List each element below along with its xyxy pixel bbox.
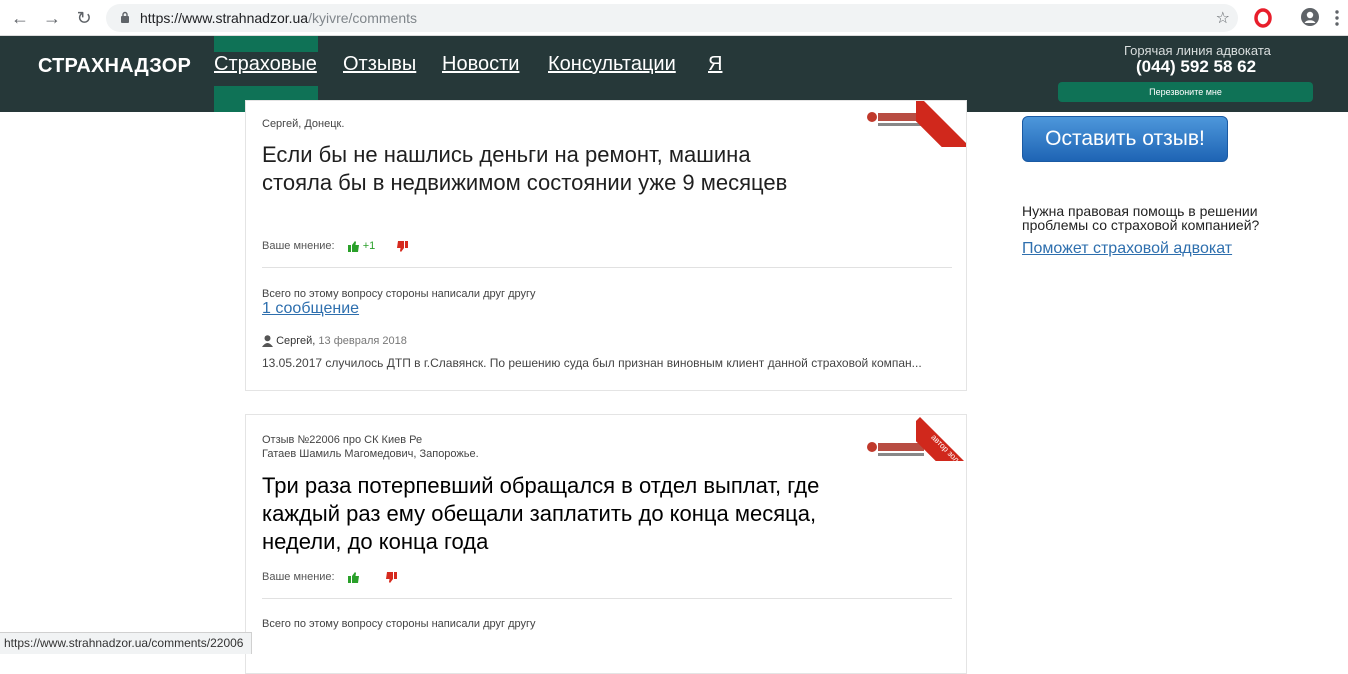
menu-item-consultations[interactable]: Консультации <box>548 53 676 76</box>
menu-item-me[interactable]: Я <box>708 53 722 76</box>
insurance-lawyer-link[interactable]: Поможет страховой адвокат <box>1022 240 1232 258</box>
address-url: https://www.strahnadzor.ua/kyivre/commen… <box>140 10 418 26</box>
site-logo[interactable]: СТРАХНАДЗОР <box>38 55 191 78</box>
leave-review-button[interactable]: Оставить отзыв! <box>1022 116 1228 162</box>
review-number[interactable]: Отзыв №22006 про СК Киев Ре <box>262 434 422 446</box>
messages-total-label: Всего по этому вопросу стороны написали … <box>262 618 536 630</box>
ribbon-text: автор зол <box>929 432 961 461</box>
opera-extension-icon[interactable] <box>1254 8 1272 28</box>
vote-label: Ваше мнение: <box>262 571 335 583</box>
back-arrow-icon[interactable]: ← <box>8 6 32 30</box>
ribbon-badge <box>916 101 966 147</box>
menu-item-insurers[interactable]: Страховые <box>214 53 317 76</box>
menu-item-reviews[interactable]: Отзывы <box>343 53 416 76</box>
thumbs-down-icon[interactable] <box>385 571 397 583</box>
hotline-phone[interactable]: (044) 592 58 62 <box>1136 57 1256 77</box>
lock-icon <box>121 11 129 23</box>
comment-author: Сергей, <box>276 335 316 347</box>
browser-menu-icon[interactable] <box>1334 8 1340 28</box>
browser-toolbar: ← → ↻ https://www.strahnadzor.ua/kyivre/… <box>0 0 1348 36</box>
legal-help-text: Нужна правовая помощь в решении проблемы… <box>1022 203 1260 233</box>
vote-label: Ваше мнение: <box>262 240 335 252</box>
thumbs-up-icon[interactable] <box>347 571 360 583</box>
messages-total-label: Всего по этому вопросу стороны написали … <box>262 288 536 300</box>
messages-link[interactable]: 1 сообщение <box>262 300 359 318</box>
review-title[interactable]: Если бы не нашлись деньги на ремонт, маш… <box>262 141 822 197</box>
review-author: Гатаев Шамиль Магомедович, Запорожье. <box>262 448 479 460</box>
link-status-bubble: https://www.strahnadzor.ua/comments/2200… <box>0 632 253 654</box>
address-bar[interactable]: https://www.strahnadzor.ua/kyivre/commen… <box>106 4 1238 32</box>
comment-author-row: Сергей, 13 февраля 2018 <box>262 335 407 348</box>
vote-row: Ваше мнение: +1 <box>262 240 409 252</box>
user-icon <box>262 335 273 348</box>
divider <box>262 267 952 268</box>
bookmark-star-icon[interactable]: ☆ <box>1216 8 1230 28</box>
review-title[interactable]: Три раза потерпевший обращался в отдел в… <box>262 472 822 556</box>
profile-avatar-icon[interactable] <box>1300 7 1320 27</box>
ribbon-badge: автор зол <box>916 415 966 461</box>
callback-button[interactable]: Перезвоните мне <box>1058 82 1313 102</box>
thumbs-up-icon[interactable] <box>347 240 360 252</box>
comment-date: 13 февраля 2018 <box>318 335 407 347</box>
hotline-label: Горячая линия адвоката <box>1124 43 1271 58</box>
reload-icon[interactable]: ↻ <box>72 6 96 30</box>
forward-arrow-icon[interactable]: → <box>40 6 64 30</box>
review-card: Сергей, Донецк. Если бы не нашлись деньг… <box>245 100 967 391</box>
menu-item-news[interactable]: Новости <box>442 53 519 76</box>
vote-row: Ваше мнение: <box>262 571 397 583</box>
comment-preview[interactable]: 13.05.2017 случилось ДТП в г.Славянск. П… <box>262 356 922 370</box>
review-card: Отзыв №22006 про СК Киев Ре Гатаев Шамил… <box>245 414 967 674</box>
divider <box>262 598 952 599</box>
like-count: +1 <box>362 240 376 252</box>
review-author: Сергей, Донецк. <box>262 118 345 130</box>
thumbs-down-icon[interactable] <box>396 240 409 252</box>
